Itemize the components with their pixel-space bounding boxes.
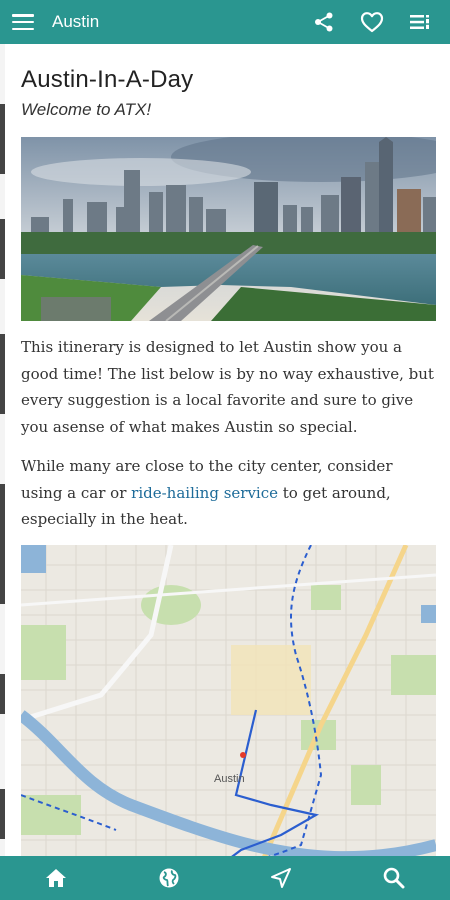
share-icon[interactable] <box>306 4 342 40</box>
search-icon[interactable] <box>374 858 414 898</box>
app-bar-title: Austin <box>52 12 100 31</box>
home-icon[interactable] <box>36 858 76 898</box>
globe-icon[interactable] <box>149 858 189 898</box>
map-city-label: Austin <box>214 773 245 785</box>
austin-skyline-photo <box>21 137 436 321</box>
article-content: Austin-In-A-Day Welcome to ATX! This iti… <box>21 44 436 865</box>
intro-paragraph: This itinerary is designed to let Austin… <box>21 338 434 436</box>
austin-route-map[interactable]: Austin <box>21 544 436 865</box>
hamburger-menu-icon[interactable] <box>12 14 34 30</box>
list-icon[interactable] <box>402 4 438 40</box>
top-app-bar: Austin <box>0 0 450 44</box>
navigate-icon[interactable] <box>261 858 301 898</box>
side-drawer-edge <box>0 44 5 856</box>
page-subtitle: Welcome to ATX! <box>21 100 152 119</box>
page-title: Austin-In-A-Day <box>21 66 194 93</box>
bottom-nav-bar <box>0 856 450 900</box>
ride-hailing-link[interactable]: ride-hailing service <box>131 484 278 502</box>
heart-icon[interactable] <box>354 4 390 40</box>
transport-paragraph: While many are close to the city center,… <box>21 453 436 533</box>
